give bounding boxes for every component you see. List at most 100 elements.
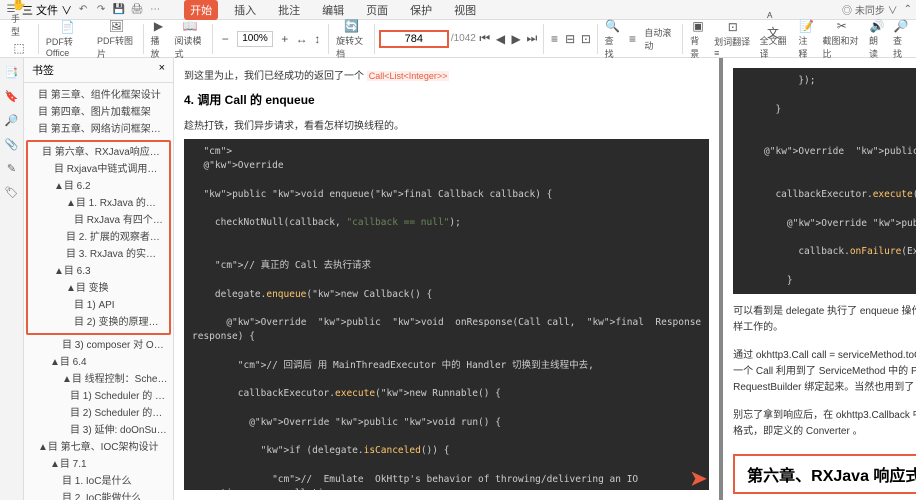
first-page-icon[interactable]: ⏮ (478, 31, 492, 47)
find-tool[interactable]: 🔍查找 (602, 17, 624, 61)
find2-tool[interactable]: 🔎查找 (890, 17, 912, 61)
page-left: 到这里为止，我们已经成功的返回了一个 Call<List<Integer>> 4… (174, 58, 719, 500)
code-block-2: }); } @"kw">Override "kw">public "kw">vo… (733, 68, 916, 294)
bookmarks-tree: 目 第三章、组件化框架设计目 第四章、图片加载框架目 第五章、网络访问框架设计 … (24, 83, 173, 500)
bookmarks-close[interactable]: × (159, 62, 165, 78)
bookmark-item[interactable]: 目 RxJava 有四个基本概念: (30, 212, 167, 229)
compare-icon: ✂ (834, 18, 850, 34)
paragraph-2: 通过 okhttp3.Call call = serviceMethod.toC… (733, 348, 916, 396)
rotate-icon: 🔄 (344, 18, 360, 34)
play-tool[interactable]: ▶播放 (147, 17, 169, 61)
search-panel-icon[interactable]: 🔎 (4, 112, 20, 128)
translate-icon: ᴬ文 (767, 18, 783, 34)
bookmark-item[interactable]: 目 3. RxJava 的实现和使用 (30, 246, 167, 263)
play-icon: ▶ (150, 18, 166, 34)
layout-icon-1[interactable]: ≡ (548, 31, 562, 47)
main-area: 📑 🔖 🔎 📎 ✎ 🏷 书签 × 目 第三章、组件化框架设计目 第四章、图片加载… (0, 58, 916, 500)
paragraph-1: 可以看到是 delegate 执行了 enqueue 操作，而 delegate… (733, 304, 916, 336)
bookmarks-title: 书签 (32, 62, 54, 78)
page-total: /1042 (451, 33, 476, 44)
last-page-icon[interactable]: ⏭ (525, 31, 539, 47)
bookmark-item[interactable]: ▲目 线程控制：Scheduler (26, 371, 171, 388)
bookmark-item[interactable]: ▲目 7.1 (26, 456, 171, 473)
section-heading: 4. 调用 Call 的 enqueue (184, 91, 709, 108)
bookmark-item[interactable]: ▲目 第七章、IOC架构设计 (26, 439, 171, 456)
collapse-icon[interactable]: ⌃ (904, 4, 912, 15)
annotation-icon[interactable]: ✎ (4, 160, 20, 176)
code-block-1: "cm"> @"kw">Override "kw">public "kw">vo… (184, 139, 709, 490)
highlight-annotation: ➤ 第六章、RXJava 响应式编程框架设计 (733, 454, 916, 494)
undo-icon[interactable]: ↶ (76, 3, 90, 17)
zoom-in-icon[interactable]: + (277, 31, 293, 47)
bookmark-item[interactable]: 目 3) composer 对 Observable 整体的变换 (26, 337, 171, 354)
tab-protect[interactable]: 保护 (404, 0, 438, 20)
auto-scroll[interactable]: 自动滚动 (641, 25, 678, 53)
translate-tool[interactable]: ᴬ文全文翻译 (757, 17, 794, 61)
zoom-value[interactable]: 100% (237, 31, 273, 47)
hand-tool[interactable]: ✋手型 (8, 0, 30, 39)
bookmark-item[interactable]: 目 2. IoC能做什么 (26, 490, 171, 500)
bg-icon: ▣ (690, 18, 706, 34)
speaker-icon: 🔊 (869, 18, 885, 34)
pdf-to-office[interactable]: 📄PDF转Office (43, 18, 92, 59)
layout-icon-3[interactable]: ⊡ (579, 31, 593, 47)
bookmark-item[interactable]: 目 Rxjava中链式调用怎么实现的? (30, 161, 167, 178)
bookmark-icon[interactable]: 🔖 (4, 88, 20, 104)
attachment-icon[interactable]: 📎 (4, 136, 20, 152)
bookmark-item-highlighted[interactable]: 目 第六章、RXJava响应式编程框架设计 (30, 144, 167, 161)
more-icon[interactable]: ⋯ (148, 3, 162, 17)
next-page-icon[interactable]: ▶ (509, 31, 523, 47)
arrow-icon: ➤ (690, 466, 707, 491)
bookmark-item[interactable]: ▲目 6.2 (30, 178, 167, 195)
autoscroll-icon[interactable]: ≡ (626, 31, 640, 47)
bookmarks-panel: 书签 × 目 第三章、组件化框架设计目 第四章、图片加载框架目 第五章、网络访问… (24, 58, 174, 500)
bg-tool[interactable]: ▣背景 (687, 17, 709, 61)
bookmark-item[interactable]: 目 3) 延伸: doOnSubscribe() (26, 422, 171, 439)
read-aloud[interactable]: 🔊朗读 (866, 17, 888, 61)
paragraph-3: 别忘了拿到响应后，在 okhttp3.Callback 中会去调用 respon… (733, 408, 916, 440)
screenshot-tool[interactable]: ⊡划词翻译 ≡ (711, 18, 755, 59)
read-mode[interactable]: 📖阅读模式 (171, 17, 208, 61)
bookmark-item[interactable]: 目 2) 变换的原理：lift() (30, 314, 167, 331)
bookmark-item[interactable]: 目 第三章、组件化框架设计 (26, 87, 171, 104)
tab-insert[interactable]: 插入 (228, 0, 262, 20)
bookmark-item[interactable]: 目 2. 扩展的观察者模式 (30, 229, 167, 246)
tab-view[interactable]: 视图 (448, 0, 482, 20)
layout-icon-2[interactable]: ⊟ (563, 31, 577, 47)
bookmark-item[interactable]: 目 2) Scheduler 的原理 (26, 405, 171, 422)
prev-page-icon[interactable]: ◀ (494, 31, 508, 47)
bookmark-item[interactable]: ▲目 1. RxJava 的观察者模式解析 (30, 195, 167, 212)
bookmark-item[interactable]: ▲目 6.4 (26, 354, 171, 371)
image-icon: 🖼 (108, 18, 124, 34)
word-icon: 📄 (59, 19, 75, 35)
redo-icon[interactable]: ↷ (94, 3, 108, 17)
tab-comment[interactable]: 批注 (272, 0, 306, 20)
bookmark-item[interactable]: ▲目 变换 (30, 280, 167, 297)
fit-page-icon[interactable]: ↕ (311, 31, 325, 47)
bookmark-item[interactable]: 目 1) Scheduler 的 API (26, 388, 171, 405)
print-icon[interactable]: 🖨 (130, 3, 144, 17)
left-icon-bar: 📑 🔖 🔎 📎 ✎ 🏷 (0, 58, 24, 500)
thumbnail-icon[interactable]: 📑 (4, 64, 20, 80)
toolbar: ✋手型 ⬚选择 📄PDF转Office 🖼PDF转图片 ▶播放 📖阅读模式 − … (0, 20, 916, 58)
bookmark-item[interactable]: 目 1) API (30, 297, 167, 314)
rotate-doc[interactable]: 🔄旋转文档 (333, 17, 370, 61)
document-area: 到这里为止，我们已经成功的返回了一个 Call<List<Integer>> 4… (174, 58, 916, 500)
bookmark-item[interactable]: 目 第五章、网络访问框架设计 (26, 121, 171, 138)
code-ref: Call<List<Integer>> (367, 71, 450, 81)
tag-icon[interactable]: 🏷 (4, 184, 20, 200)
sync-status[interactable]: ◎ 未同步 ∨ (842, 2, 898, 17)
zoom-out-icon[interactable]: − (217, 31, 233, 47)
bookmark-item[interactable]: ▲目 6.3 (30, 263, 167, 280)
select-icon: ⬚ (11, 40, 27, 56)
page-number-input[interactable] (379, 30, 449, 48)
bookmark-item[interactable]: 目 1. IoC是什么 (26, 473, 171, 490)
compare-tool[interactable]: ✂截图和对比 (819, 17, 864, 61)
bookmark-item[interactable]: 目 第四章、图片加载框架 (26, 104, 171, 121)
note-tool[interactable]: 📝注释 (795, 17, 817, 61)
save-icon[interactable]: 💾 (112, 3, 126, 17)
note-icon: 📝 (798, 18, 814, 34)
pdf-to-image[interactable]: 🖼PDF转图片 (94, 17, 139, 61)
page-right: }); } @"kw">Override "kw">public "kw">vo… (723, 58, 916, 500)
fit-width-icon[interactable]: ↔ (295, 31, 309, 47)
